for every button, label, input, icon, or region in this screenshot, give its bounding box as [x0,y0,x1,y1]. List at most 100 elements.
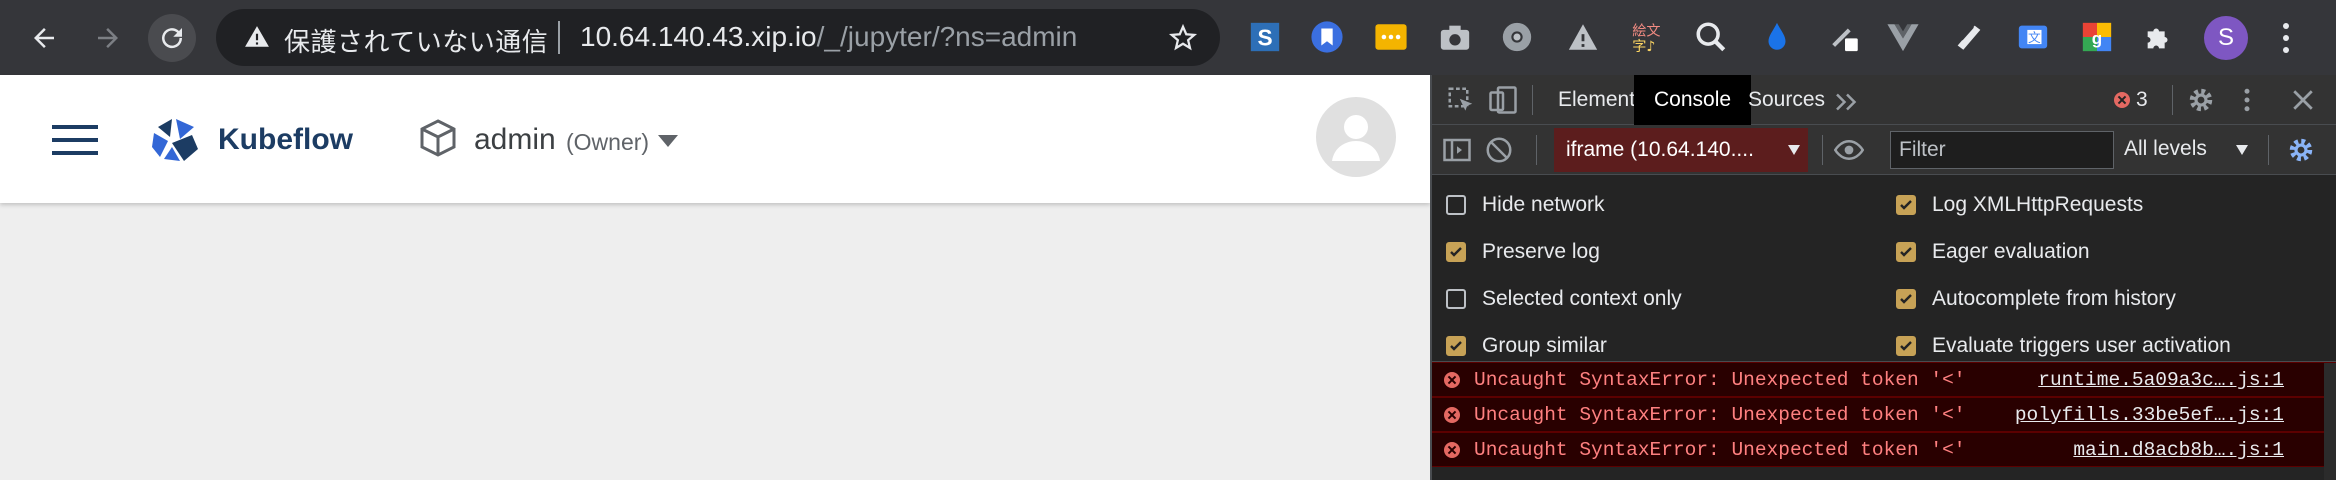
omnibox-divider [558,21,560,54]
puzzle-extension-icon[interactable] [2140,18,2178,56]
toolbar-divider [1536,135,1537,165]
magnifier-extension-icon[interactable] [1692,18,1730,56]
kubeflow-brand[interactable]: Kubeflow [218,123,353,157]
error-count-badge[interactable]: 3 [2114,87,2148,113]
evaluate-user-activation-option[interactable]: Evaluate triggers user activation [1896,331,2231,361]
hide-network-checkbox[interactable] [1446,195,1466,215]
option-label: Preserve log [1482,240,1600,263]
log-xhr-option[interactable]: Log XMLHttpRequests [1896,190,2143,220]
live-expression-eye-icon[interactable] [1834,135,1864,165]
device-toolbar-icon[interactable] [1488,85,1518,115]
pen-extension-icon[interactable] [1826,18,1864,56]
google-extension-icon[interactable]: g [2078,18,2116,56]
show-sidebar-icon[interactable] [1442,135,1472,165]
emoji-extension-icon[interactable]: 絵文 字♪ [1626,18,1664,56]
log-levels-dropdown[interactable]: All levels [2124,137,2207,161]
hide-network-option[interactable]: Hide network [1446,190,1605,220]
autocomplete-history-checkbox[interactable] [1896,289,1916,309]
preserve-log-option[interactable]: Preserve log [1446,237,1600,267]
bookmark-star-icon[interactable] [1168,23,1198,53]
javascript-context-select[interactable]: iframe (10.64.140.... [1554,128,1808,172]
arrow-right-icon [98,28,118,48]
namespace-role: (Owner) [566,129,650,155]
log-xhr-checkbox[interactable] [1896,195,1916,215]
error-icon [1444,372,1460,388]
error-source-link[interactable]: main.d8acb8b….js:1 [2073,439,2284,461]
error-message: Uncaught SyntaxError: Unexpected token '… [1474,439,1966,461]
option-label: Eager evaluation [1932,240,2090,263]
devtools-more-icon[interactable] [2232,85,2262,115]
tab-sources[interactable]: Sources [1728,75,1845,125]
note-extension-icon[interactable] [1950,18,1988,56]
tab-divider [2172,85,2173,115]
person-icon [1332,115,1380,161]
vue-extension-icon[interactable] [1884,18,1922,56]
error-source-link[interactable]: polyfills.33be5ef….js:1 [2015,404,2284,426]
option-label: Hide network [1482,193,1605,216]
namespace-name[interactable]: admin [474,123,556,157]
warning-icon [245,26,269,47]
inspect-element-icon[interactable] [1446,85,1476,115]
error-icon [1444,442,1460,458]
toolbar-divider [1822,135,1823,165]
selected-context-only-checkbox[interactable] [1446,289,1466,309]
selected-context-only-option[interactable]: Selected context only [1446,284,1682,314]
autocomplete-history-option[interactable]: Autocomplete from history [1896,284,2176,314]
more-vert-icon[interactable] [2276,20,2296,56]
devtools-tabbar: Elements Console Sources 3 [1432,75,2336,125]
error-icon [1444,407,1460,423]
reload-button[interactable] [148,14,196,62]
group-similar-option[interactable]: Group similar [1446,331,1607,361]
s-extension-icon[interactable]: S [1246,18,1284,56]
console-filter-input[interactable] [1890,131,2114,169]
group-similar-checkbox[interactable] [1446,336,1466,356]
console-messages: Uncaught SyntaxError: Unexpected token '… [1432,362,2336,480]
more-tabs-chevron-icon[interactable] [1832,87,1862,117]
levels-caret-icon [2236,145,2248,155]
context-value: iframe (10.64.140.... [1566,138,1754,161]
security-warning-text: 保護されていない通信 [284,28,549,58]
kubeflow-page: Kubeflow admin (Owner) [0,75,1430,480]
kubeflow-logo-icon[interactable] [150,117,200,163]
eager-evaluation-checkbox[interactable] [1896,242,1916,262]
profile-avatar[interactable]: S [2204,16,2248,60]
console-settings-gear-icon[interactable] [2286,135,2316,165]
translate-extension-icon[interactable]: 文 [2014,18,2052,56]
caret-down-icon[interactable] [658,135,678,147]
url-text: 10.64.140.43.xip.io/_/jupyter/?ns=admin [580,21,1077,53]
eager-evaluation-option[interactable]: Eager evaluation [1896,237,2090,267]
user-avatar[interactable] [1316,97,1396,177]
close-devtools-icon[interactable] [2288,85,2318,115]
option-label: Group similar [1482,334,1607,357]
forward-button[interactable] [84,14,132,62]
dots-extension-icon[interactable] [1372,18,1410,56]
console-error-row[interactable]: Uncaught SyntaxError: Unexpected token '… [1432,362,2336,397]
drop-extension-icon[interactable] [1758,18,1796,56]
reload-icon [162,28,183,49]
error-icon [2114,92,2130,108]
kubeflow-header: Kubeflow admin (Owner) [0,75,1430,203]
context-caret-icon [1788,145,1800,155]
warning-extension-icon[interactable] [1564,18,1602,56]
error-source-link[interactable]: runtime.5a09a3c….js:1 [2038,369,2284,391]
error-message: Uncaught SyntaxError: Unexpected token '… [1474,369,1966,391]
console-settings-panel: Hide network Preserve log Selected conte… [1432,176,2336,362]
console-error-row[interactable]: Uncaught SyntaxError: Unexpected token '… [1432,432,2336,467]
devtools-panel: Elements Console Sources 3 iframe (10.64… [1430,75,2336,480]
svg-text:S: S [1257,25,1272,51]
chrome-extension-icon[interactable] [1498,18,1536,56]
camera-extension-icon[interactable] [1436,18,1474,56]
clear-console-icon[interactable] [1484,135,1514,165]
url-path: /_/jupyter/?ns=admin [816,21,1078,52]
address-bar[interactable]: 保護されていない通信 10.64.140.43.xip.io/_/jupyter… [216,9,1220,66]
option-label: Selected context only [1482,287,1682,310]
bookmark-extension-icon[interactable] [1308,18,1346,56]
back-button[interactable] [20,14,68,62]
hamburger-menu-icon[interactable] [52,123,98,157]
evaluate-user-activation-checkbox[interactable] [1896,336,1916,356]
console-error-row[interactable]: Uncaught SyntaxError: Unexpected token '… [1432,397,2336,432]
console-scrollbar[interactable] [2324,363,2336,480]
svg-text:g: g [2092,29,2102,48]
settings-gear-icon[interactable] [2186,85,2216,115]
preserve-log-checkbox[interactable] [1446,242,1466,262]
